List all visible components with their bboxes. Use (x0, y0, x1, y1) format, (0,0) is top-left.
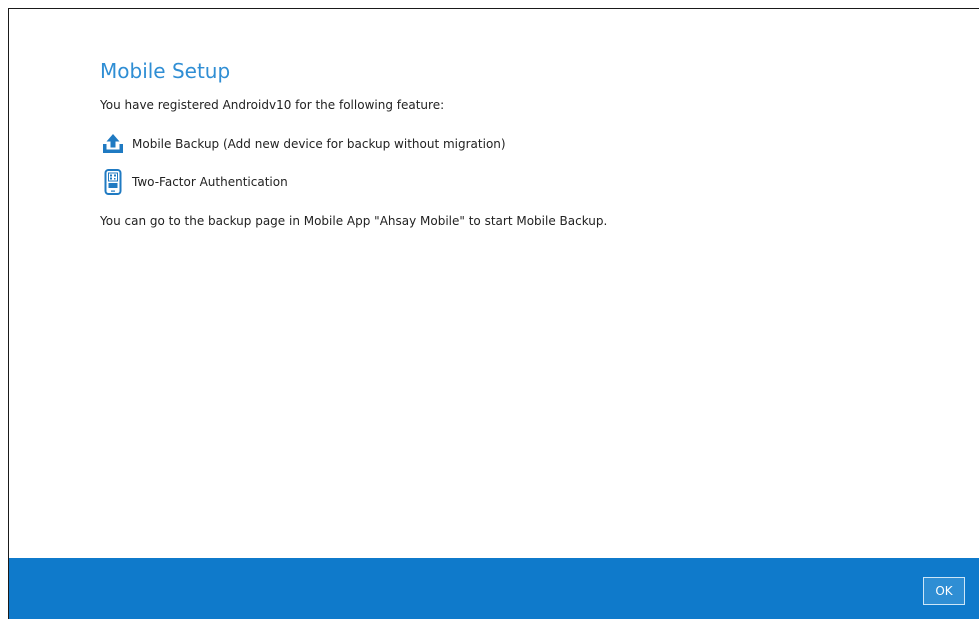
upload-icon (100, 131, 126, 157)
ok-button[interactable]: OK (923, 577, 965, 605)
feature-mobile-backup: Mobile Backup (Add new device for backup… (100, 131, 506, 157)
mobile-setup-window: Mobile Setup You have registered Android… (8, 8, 979, 619)
feature-two-factor-authentication: Two-Factor Authentication (100, 169, 288, 195)
feature-label: Two-Factor Authentication (132, 175, 288, 189)
two-factor-phone-icon (100, 169, 126, 195)
dialog-footer: OK (9, 558, 979, 619)
mobile-backup-hint: You can go to the backup page in Mobile … (100, 214, 608, 228)
registration-description: You have registered Androidv10 for the f… (100, 98, 445, 112)
feature-label: Mobile Backup (Add new device for backup… (132, 137, 506, 151)
page-title: Mobile Setup (100, 59, 231, 83)
